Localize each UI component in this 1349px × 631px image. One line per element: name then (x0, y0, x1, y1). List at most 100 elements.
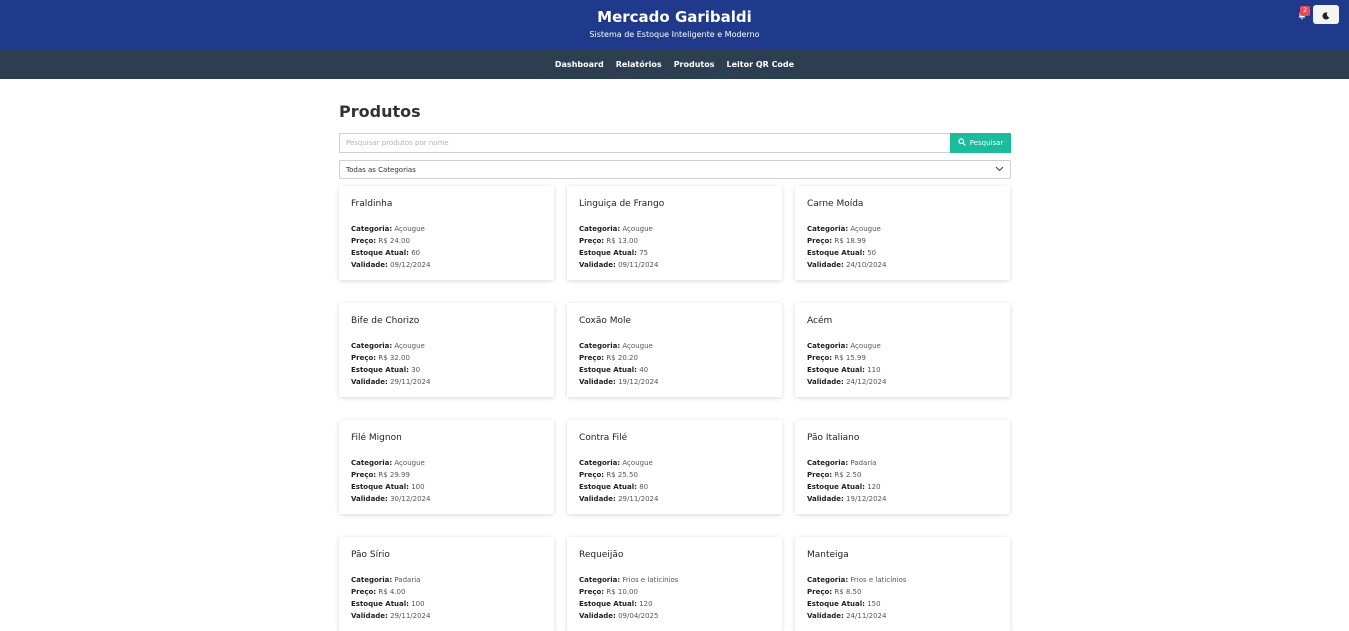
product-category: Categoria: Frios e laticínios (807, 574, 998, 586)
product-price-value: R$ 24.00 (378, 237, 410, 245)
product-category-value: Açougue (394, 225, 425, 233)
product-validity-value: 29/11/2024 (390, 378, 431, 386)
product-card[interactable]: Coxão Mole Categoria: Açougue Preço: R$ 20… (567, 303, 782, 397)
product-validity-label: Validade: (579, 261, 616, 269)
product-stock-label: Estoque Atual: (351, 483, 409, 491)
app-title: Mercado Garibaldi (597, 8, 752, 26)
product-stock: Estoque Atual: 120 (807, 481, 998, 493)
product-price: Preço: R$ 29.99 (351, 469, 542, 481)
product-category-label: Categoria: (579, 342, 621, 350)
product-stock: Estoque Atual: 100 (351, 598, 542, 610)
search-icon (958, 138, 966, 148)
product-category-label: Categoria: (351, 342, 393, 350)
product-category-label: Categoria: (579, 225, 621, 233)
product-price: Preço: R$ 10.00 (579, 586, 770, 598)
product-validity-label: Validade: (579, 612, 616, 620)
product-price: Preço: R$ 4.00 (351, 586, 542, 598)
product-category-value: Açougue (622, 342, 653, 350)
product-price-value: R$ 29.99 (378, 471, 410, 479)
product-stock-label: Estoque Atual: (807, 600, 865, 608)
product-validity: Validade: 09/04/2025 (579, 610, 770, 622)
product-card[interactable]: Pão Sírio Categoria: Padaria Preço: R$ 4.0… (339, 537, 554, 631)
theme-toggle-button[interactable] (1313, 5, 1339, 24)
product-stock-label: Estoque Atual: (351, 249, 409, 257)
product-card[interactable]: Contra Filé Categoria: Açougue Preço: R$ 2… (567, 420, 782, 514)
product-category-label: Categoria: (579, 576, 621, 584)
category-select[interactable]: Todas as Categorias (339, 160, 1011, 179)
nav-item-leitor-qr-code[interactable]: Leitor QR Code (727, 60, 795, 69)
product-category-value: Açougue (622, 459, 653, 467)
product-price-label: Preço: (579, 237, 605, 245)
product-category: Categoria: Açougue (807, 223, 998, 235)
notification-badge: 2 (1300, 6, 1310, 16)
product-price: Preço: R$ 25.50 (579, 469, 770, 481)
product-validity: Validade: 09/12/2024 (351, 259, 542, 271)
product-name: Pão Italiano (807, 433, 860, 443)
product-validity: Validade: 19/12/2024 (579, 376, 770, 388)
search-input[interactable] (339, 133, 951, 153)
product-price-label: Preço: (579, 588, 605, 596)
product-card[interactable]: Manteiga Categoria: Frios e laticínios Pre… (795, 537, 1010, 631)
product-validity-value: 24/11/2024 (846, 612, 887, 620)
nav-item-produtos[interactable]: Produtos (674, 60, 715, 69)
product-stock-value: 30 (411, 366, 421, 374)
product-stock-label: Estoque Atual: (807, 249, 865, 257)
product-name: Manteiga (807, 550, 849, 560)
product-card[interactable]: Carne Moída Categoria: Açougue Preço: R$ 1… (795, 186, 1010, 280)
product-card[interactable]: Pão Italiano Categoria: Padaria Preço: R$ … (795, 420, 1010, 514)
product-card[interactable]: Fraldinha Categoria: Açougue Preço: R$ 24.… (339, 186, 554, 280)
product-category-label: Categoria: (807, 225, 849, 233)
product-name: Bife de Chorizo (351, 316, 420, 326)
product-card[interactable]: Linguiça de Frango Categoria: Açougue Preç… (567, 186, 782, 280)
product-stock-value: 50 (867, 249, 877, 257)
product-validity-value: 19/12/2024 (846, 495, 887, 503)
product-name: Pão Sírio (351, 550, 390, 560)
product-category-label: Categoria: (351, 225, 393, 233)
app-subtitle: Sistema de Estoque Inteligente e Moderno (589, 30, 760, 39)
product-stock-value: 75 (639, 249, 649, 257)
product-validity: Validade: 29/11/2024 (579, 493, 770, 505)
product-card[interactable]: Filé Mignon Categoria: Açougue Preço: R$ 2… (339, 420, 554, 514)
product-stock: Estoque Atual: 80 (579, 481, 770, 493)
product-validity: Validade: 24/11/2024 (807, 610, 998, 622)
product-stock-value: 40 (639, 366, 649, 374)
product-stock: Estoque Atual: 50 (807, 247, 998, 259)
product-stock-label: Estoque Atual: (579, 600, 637, 608)
product-stock-value: 80 (639, 483, 649, 491)
product-card[interactable]: Acém Categoria: Açougue Preço: R$ 15.99 Est… (795, 303, 1010, 397)
product-card[interactable]: Requeijão Categoria: Frios e laticínios Pr… (567, 537, 782, 631)
chevron-down-icon (995, 166, 1004, 174)
product-name: Fraldinha (351, 199, 393, 209)
product-card[interactable]: Bife de Chorizo Categoria: Açougue Preço: … (339, 303, 554, 397)
product-stock-label: Estoque Atual: (807, 483, 865, 491)
product-validity-label: Validade: (579, 495, 616, 503)
product-stock-label: Estoque Atual: (579, 483, 637, 491)
product-stock-label: Estoque Atual: (579, 249, 637, 257)
product-price-label: Preço: (807, 354, 833, 362)
product-name: Contra Filé (579, 433, 628, 443)
product-price-value: R$ 4.00 (378, 588, 406, 596)
nav-item-dashboard[interactable]: Dashboard (555, 60, 604, 69)
product-stock: Estoque Atual: 110 (807, 364, 998, 376)
product-validity-label: Validade: (807, 378, 844, 386)
product-category: Categoria: Açougue (579, 223, 770, 235)
product-category: Categoria: Frios e laticínios (579, 574, 770, 586)
product-price-value: R$ 8.50 (834, 588, 862, 596)
search-button[interactable]: Pesquisar (950, 133, 1011, 153)
product-price-value: R$ 20.20 (606, 354, 638, 362)
product-category-value: Açougue (622, 225, 653, 233)
product-stock-value: 110 (867, 366, 881, 374)
product-validity-value: 24/12/2024 (846, 378, 887, 386)
product-validity-label: Validade: (351, 612, 388, 620)
product-price-value: R$ 18.99 (834, 237, 866, 245)
product-price: Preço: R$ 20.20 (579, 352, 770, 364)
product-category-label: Categoria: (807, 342, 849, 350)
product-price-label: Preço: (351, 471, 377, 479)
category-select-value: Todas as Categorias (346, 165, 416, 174)
product-stock-label: Estoque Atual: (579, 366, 637, 374)
product-category-value: Açougue (850, 225, 881, 233)
product-price: Preço: R$ 32.00 (351, 352, 542, 364)
product-price-value: R$ 25.50 (606, 471, 638, 479)
nav-item-relatorios[interactable]: Relatórios (616, 60, 662, 69)
product-price-value: R$ 13.00 (606, 237, 638, 245)
